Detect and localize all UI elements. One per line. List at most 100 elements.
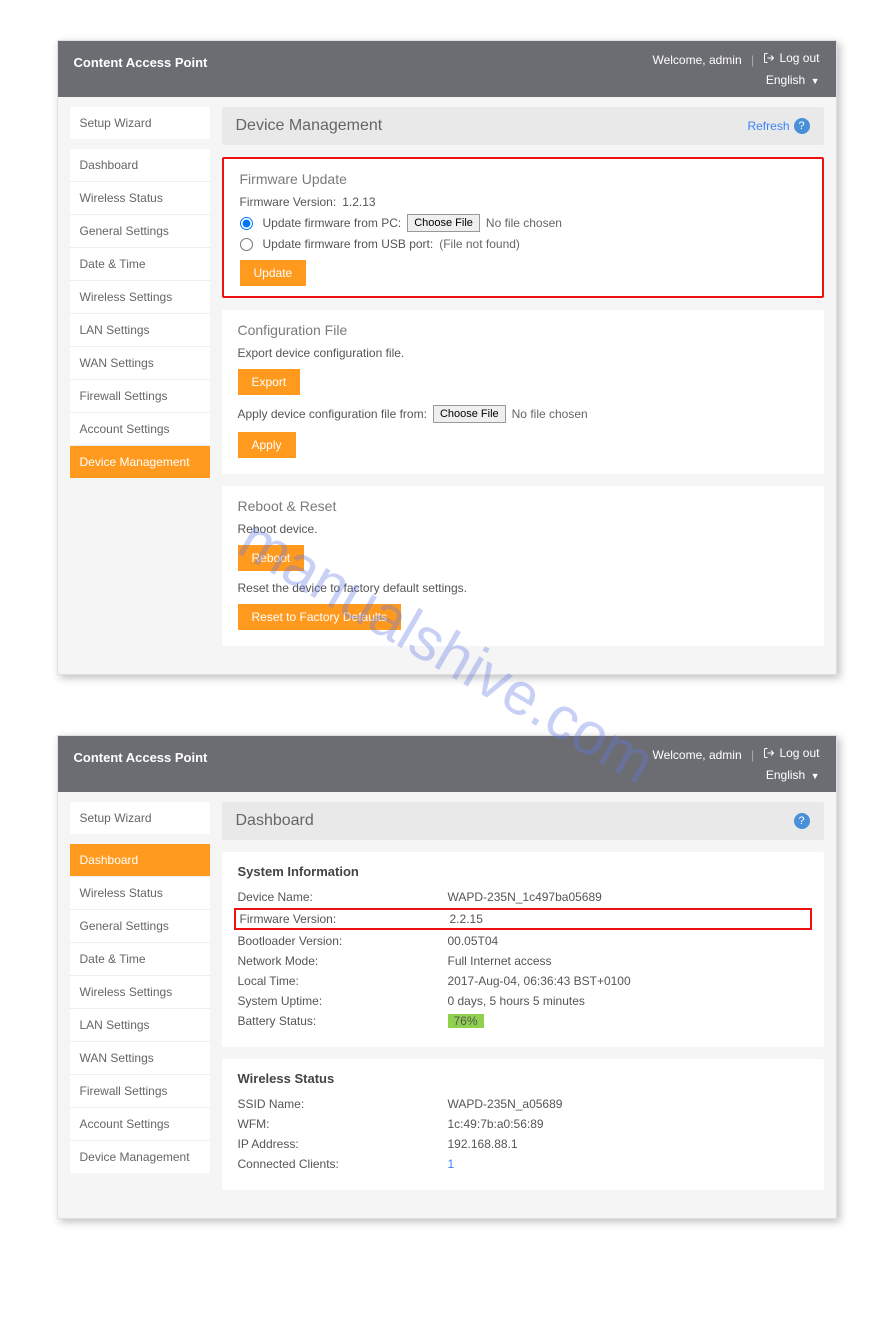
firmware-heading: Firmware Update bbox=[240, 171, 806, 187]
refresh-label: Refresh bbox=[747, 119, 789, 133]
update-button[interactable]: Update bbox=[240, 260, 307, 286]
help-icon[interactable]: ? bbox=[794, 813, 810, 829]
update-from-pc-label: Update firmware from PC: bbox=[263, 216, 402, 230]
info-label: Device Name: bbox=[238, 890, 448, 904]
brand-title: Content Access Point bbox=[74, 746, 208, 765]
sidebar-item-account-settings[interactable]: Account Settings bbox=[70, 412, 210, 445]
language-label: English bbox=[766, 73, 805, 87]
info-label: Network Mode: bbox=[238, 954, 448, 968]
sysinfo-heading: System Information bbox=[238, 864, 808, 879]
info-row: Network Mode:Full Internet access bbox=[238, 951, 808, 971]
sidebar-item-lan-settings[interactable]: LAN Settings bbox=[70, 1008, 210, 1041]
sidebar-item-firewall-settings[interactable]: Firewall Settings bbox=[70, 1074, 210, 1107]
sidebar: Setup Wizard DashboardWireless StatusGen… bbox=[70, 802, 210, 1202]
welcome-text: Welcome, admin bbox=[652, 748, 741, 762]
sidebar-item-setup-wizard[interactable]: Setup Wizard bbox=[70, 802, 210, 834]
update-from-usb-label: Update firmware from USB port: bbox=[263, 237, 434, 251]
sidebar-item-date-time[interactable]: Date & Time bbox=[70, 247, 210, 280]
sidebar-item-device-management[interactable]: Device Management bbox=[70, 1140, 210, 1173]
reboot-heading: Reboot & Reset bbox=[238, 498, 808, 514]
info-label: Local Time: bbox=[238, 974, 448, 988]
wireless-heading: Wireless Status bbox=[238, 1071, 808, 1086]
update-from-usb-radio[interactable] bbox=[240, 238, 253, 251]
info-value: WAPD-235N_1c497ba05689 bbox=[448, 890, 808, 904]
sidebar-item-general-settings[interactable]: General Settings bbox=[70, 214, 210, 247]
separator: | bbox=[751, 53, 754, 67]
apply-config-label: Apply device configuration file from: bbox=[238, 407, 427, 421]
info-row: IP Address:192.168.88.1 bbox=[238, 1134, 808, 1154]
language-label: English bbox=[766, 768, 805, 782]
chevron-down-icon: ▼ bbox=[811, 771, 820, 781]
update-from-pc-radio[interactable] bbox=[240, 217, 253, 230]
info-value: 76% bbox=[448, 1014, 808, 1028]
apply-button[interactable]: Apply bbox=[238, 432, 296, 458]
info-value: 0 days, 5 hours 5 minutes bbox=[448, 994, 808, 1008]
configuration-file-card: Configuration File Export device configu… bbox=[222, 310, 824, 474]
info-value: 192.168.88.1 bbox=[448, 1137, 808, 1151]
reboot-reset-card: Reboot & Reset Reboot device. Reboot Res… bbox=[222, 486, 824, 646]
page-title: Device Management bbox=[236, 117, 383, 135]
sidebar-item-general-settings[interactable]: General Settings bbox=[70, 909, 210, 942]
info-link[interactable]: 1 bbox=[448, 1157, 455, 1171]
separator: | bbox=[751, 748, 754, 762]
sidebar-item-dashboard[interactable]: Dashboard bbox=[70, 844, 210, 876]
brand-title: Content Access Point bbox=[74, 51, 208, 70]
sidebar-item-wireless-status[interactable]: Wireless Status bbox=[70, 876, 210, 909]
wireless-status-card: Wireless Status SSID Name:WAPD-235N_a056… bbox=[222, 1059, 824, 1190]
chevron-down-icon: ▼ bbox=[811, 76, 820, 86]
info-value: 2017-Aug-04, 06:36:43 BST+0100 bbox=[448, 974, 808, 988]
sidebar-item-lan-settings[interactable]: LAN Settings bbox=[70, 313, 210, 346]
export-label: Export device configuration file. bbox=[238, 346, 808, 360]
welcome-text: Welcome, admin bbox=[652, 53, 741, 67]
info-row: Device Name:WAPD-235N_1c497ba05689 bbox=[238, 887, 808, 907]
logout-link[interactable]: Log out bbox=[763, 746, 819, 760]
info-value[interactable]: 1 bbox=[448, 1157, 808, 1171]
info-label: Battery Status: bbox=[238, 1014, 448, 1028]
choose-file-button[interactable]: Choose File bbox=[407, 214, 480, 232]
info-label: Bootloader Version: bbox=[238, 934, 448, 948]
firmware-update-card: Firmware Update Firmware Version:1.2.13 … bbox=[222, 157, 824, 298]
sidebar-item-wan-settings[interactable]: WAN Settings bbox=[70, 1041, 210, 1074]
refresh-link[interactable]: Refresh ? bbox=[747, 118, 809, 134]
sidebar-item-device-management[interactable]: Device Management bbox=[70, 445, 210, 478]
sidebar-item-wan-settings[interactable]: WAN Settings bbox=[70, 346, 210, 379]
sidebar-item-account-settings[interactable]: Account Settings bbox=[70, 1107, 210, 1140]
reboot-button[interactable]: Reboot bbox=[238, 545, 305, 571]
logout-link[interactable]: Log out bbox=[763, 51, 819, 65]
info-label: IP Address: bbox=[238, 1137, 448, 1151]
battery-badge: 76% bbox=[448, 1014, 484, 1028]
export-button[interactable]: Export bbox=[238, 369, 301, 395]
info-value: Full Internet access bbox=[448, 954, 808, 968]
info-label: System Uptime: bbox=[238, 994, 448, 1008]
config-heading: Configuration File bbox=[238, 322, 808, 338]
usb-file-status: (File not found) bbox=[439, 237, 520, 251]
info-label: Connected Clients: bbox=[238, 1157, 448, 1171]
info-value: 2.2.15 bbox=[450, 912, 806, 926]
sidebar-item-wireless-settings[interactable]: Wireless Settings bbox=[70, 975, 210, 1008]
info-row: Local Time:2017-Aug-04, 06:36:43 BST+010… bbox=[238, 971, 808, 991]
sidebar: Setup Wizard DashboardWireless StatusGen… bbox=[70, 107, 210, 658]
info-row: SSID Name:WAPD-235N_a05689 bbox=[238, 1094, 808, 1114]
info-row: Connected Clients:1 bbox=[238, 1154, 808, 1174]
page-title: Dashboard bbox=[236, 812, 314, 830]
sidebar-item-dashboard[interactable]: Dashboard bbox=[70, 149, 210, 181]
sidebar-item-firewall-settings[interactable]: Firewall Settings bbox=[70, 379, 210, 412]
app-header: Content Access Point Welcome, admin | Lo… bbox=[58, 41, 836, 97]
info-row: Firmware Version:2.2.15 bbox=[234, 908, 812, 930]
sidebar-item-wireless-settings[interactable]: Wireless Settings bbox=[70, 280, 210, 313]
reset-factory-button[interactable]: Reset to Factory Defaults bbox=[238, 604, 401, 630]
sidebar-item-wireless-status[interactable]: Wireless Status bbox=[70, 181, 210, 214]
language-dropdown[interactable]: English ▼ bbox=[652, 768, 819, 782]
reset-label: Reset the device to factory default sett… bbox=[238, 581, 808, 595]
no-file-chosen-text: No file chosen bbox=[486, 216, 562, 230]
sidebar-item-setup-wizard[interactable]: Setup Wizard bbox=[70, 107, 210, 139]
logout-label: Log out bbox=[779, 746, 819, 760]
choose-config-file-button[interactable]: Choose File bbox=[433, 405, 506, 423]
info-label: Firmware Version: bbox=[240, 912, 450, 926]
no-config-file-text: No file chosen bbox=[512, 407, 588, 421]
firmware-version-value: 1.2.13 bbox=[342, 195, 375, 209]
language-dropdown[interactable]: English ▼ bbox=[652, 73, 819, 87]
firmware-version-label: Firmware Version: bbox=[240, 195, 337, 209]
help-icon[interactable]: ? bbox=[794, 118, 810, 134]
sidebar-item-date-time[interactable]: Date & Time bbox=[70, 942, 210, 975]
